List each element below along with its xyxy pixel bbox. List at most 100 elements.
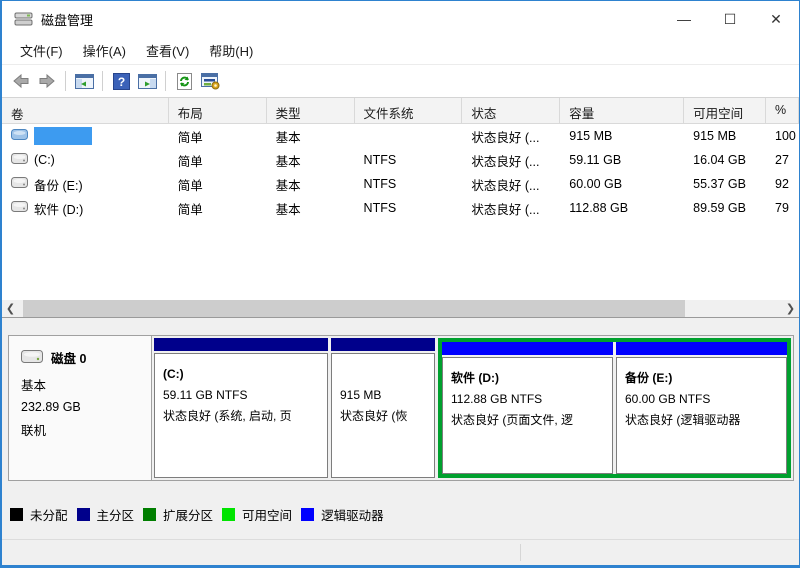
disk-management-window: 磁盘管理 — ☐ ✕ 文件(F) 操作(A) 查看(V) 帮助(H) ? 卷 布… <box>0 0 800 568</box>
disk-settings-icon[interactable] <box>197 69 223 93</box>
legend-item-extended-partition: 扩展分区 <box>143 505 213 524</box>
table-row-selected-volume[interactable]: 简单 基本 状态良好 (... 915 MB 915 MB 100 <box>2 124 799 148</box>
status-bar <box>2 539 799 565</box>
forward-icon[interactable] <box>34 69 60 93</box>
scrollbar-thumb[interactable] <box>23 300 685 317</box>
primary-partition-bar <box>154 338 328 351</box>
volume-name: 备份 (E:) <box>34 178 83 193</box>
svg-text:?: ? <box>117 75 124 89</box>
back-icon[interactable] <box>8 69 34 93</box>
column-header-status[interactable]: 状态 <box>462 98 561 123</box>
column-header-free-space[interactable]: 可用空间 <box>684 98 767 123</box>
cell-capacity: 112.88 GB <box>569 201 629 215</box>
table-row-volume-c[interactable]: (C:) 简单 基本 NTFS 状态良好 (... 59.11 GB 16.04… <box>2 148 799 172</box>
title-bar: 磁盘管理 — ☐ ✕ <box>2 1 799 37</box>
legend-item-logical-drive: 逻辑驱动器 <box>301 505 384 524</box>
partition-name: (C:) <box>163 367 184 381</box>
extended-partition-frame: 软件 (D:) 112.88 GB NTFS 状态良好 (页面文件, 逻 备份 … <box>438 338 791 478</box>
legend-swatch <box>301 507 315 521</box>
menu-help[interactable]: 帮助(H) <box>199 37 263 64</box>
cell-layout: 简单 <box>177 178 203 193</box>
refresh-icon[interactable] <box>171 69 197 93</box>
cell-type: 基本 <box>275 202 301 217</box>
volume-name: (C:) <box>34 153 55 167</box>
partition-e[interactable]: 备份 (E:) 60.00 GB NTFS 状态良好 (逻辑驱动器 <box>616 342 787 474</box>
cell-free-space: 16.04 GB <box>693 153 746 167</box>
toolbar-separator <box>102 71 103 91</box>
horizontal-scrollbar[interactable]: ❮ ❯ <box>2 300 799 317</box>
cell-free-space: 89.59 GB <box>693 201 746 215</box>
menu-bar: 文件(F) 操作(A) 查看(V) 帮助(H) <box>2 37 799 65</box>
cell-percent: 92 <box>775 177 789 191</box>
table-row-volume-d[interactable]: 软件 (D:) 简单 基本 NTFS 状态良好 (... 112.88 GB 8… <box>2 196 799 220</box>
cell-filesystem: NTFS <box>363 177 397 191</box>
legend-item-unallocated: 未分配 <box>10 505 68 524</box>
table-header: 卷 布局 类型 文件系统 状态 容量 可用空间 % <box>2 98 799 124</box>
volume-name: 软件 (D:) <box>34 202 84 217</box>
toolbar-separator <box>65 71 66 91</box>
volume-icon <box>11 129 28 143</box>
partition-c[interactable]: (C:) 59.11 GB NTFS 状态良好 (系统, 启动, 页 <box>154 338 328 478</box>
table-empty-area <box>2 220 799 300</box>
cell-free-space: 915 MB <box>693 129 737 143</box>
legend-item-primary-partition: 主分区 <box>76 505 134 524</box>
volume-icon <box>11 177 28 191</box>
cell-type: 基本 <box>275 130 301 145</box>
disk-0-graph: 磁盘 0 基本 232.89 GB 联机 (C:) 59.11 GB NTFS … <box>8 335 794 481</box>
volume-icon <box>11 201 28 215</box>
graphical-view-pane: 磁盘 0 基本 232.89 GB 联机 (C:) 59.11 GB NTFS … <box>2 320 799 565</box>
partition-name: 软件 (D:) <box>451 371 499 385</box>
cell-status: 状态良好 (... <box>471 202 540 217</box>
action-pane-icon[interactable] <box>134 69 160 93</box>
toolbar: ? <box>2 65 799 98</box>
scroll-left-icon[interactable]: ❮ <box>2 300 19 317</box>
volume-list: 卷 布局 类型 文件系统 状态 容量 可用空间 % 简单 基本 状态良好 (..… <box>2 98 799 317</box>
legend-swatch <box>222 507 236 521</box>
menu-view[interactable]: 查看(V) <box>136 37 199 64</box>
volume-icon <box>11 153 28 167</box>
column-header-type[interactable]: 类型 <box>267 98 355 123</box>
cell-layout: 简单 <box>177 202 203 217</box>
menu-file[interactable]: 文件(F) <box>10 37 73 64</box>
partition-recovery[interactable]: 915 MB 状态良好 (恢 <box>331 338 435 478</box>
column-header-volume[interactable]: 卷 <box>2 98 169 123</box>
disk-icon <box>21 349 43 366</box>
toolbar-separator <box>165 71 166 91</box>
volume-name <box>34 127 92 145</box>
maximize-button[interactable]: ☐ <box>707 1 753 37</box>
cell-status: 状态良好 (... <box>471 154 540 169</box>
partition-size: 915 MB <box>340 388 382 402</box>
help-icon[interactable]: ? <box>108 69 134 93</box>
column-header-filesystem[interactable]: 文件系统 <box>355 98 463 123</box>
partition-status: 状态良好 (系统, 启动, 页 <box>163 409 292 423</box>
cell-type: 基本 <box>275 178 301 193</box>
disk-0-info[interactable]: 磁盘 0 基本 232.89 GB 联机 <box>9 336 152 480</box>
logical-drive-bar <box>616 342 787 355</box>
partition-name: 备份 (E:) <box>625 371 673 385</box>
partition-d[interactable]: 软件 (D:) 112.88 GB NTFS 状态良好 (页面文件, 逻 <box>442 342 613 474</box>
minimize-button[interactable]: — <box>661 1 707 37</box>
cell-filesystem: NTFS <box>363 201 397 215</box>
disk-management-app-icon <box>14 11 33 27</box>
close-button[interactable]: ✕ <box>753 1 799 37</box>
column-header-percent[interactable]: % <box>766 98 799 123</box>
partition-size: 112.88 GB NTFS <box>451 392 543 406</box>
console-tree-icon[interactable] <box>71 69 97 93</box>
scrollbar-track[interactable] <box>19 300 782 317</box>
cell-type: 基本 <box>275 154 301 169</box>
column-header-capacity[interactable]: 容量 <box>560 98 685 123</box>
primary-partition-bar <box>331 338 435 351</box>
menu-action[interactable]: 操作(A) <box>73 37 136 64</box>
cell-percent: 27 <box>775 153 789 167</box>
column-header-layout[interactable]: 布局 <box>169 98 267 123</box>
partition-strip: (C:) 59.11 GB NTFS 状态良好 (系统, 启动, 页 915 M… <box>152 336 793 480</box>
cell-free-space: 55.37 GB <box>693 177 746 191</box>
cell-percent: 100 <box>775 129 796 143</box>
partition-size: 60.00 GB NTFS <box>625 392 711 406</box>
table-row-volume-e[interactable]: 备份 (E:) 简单 基本 NTFS 状态良好 (... 60.00 GB 55… <box>2 172 799 196</box>
scroll-right-icon[interactable]: ❯ <box>782 300 799 317</box>
legend-swatch <box>143 507 157 521</box>
window-title: 磁盘管理 <box>41 12 94 28</box>
status-bar-divider <box>520 544 521 561</box>
cell-filesystem: NTFS <box>363 153 397 167</box>
